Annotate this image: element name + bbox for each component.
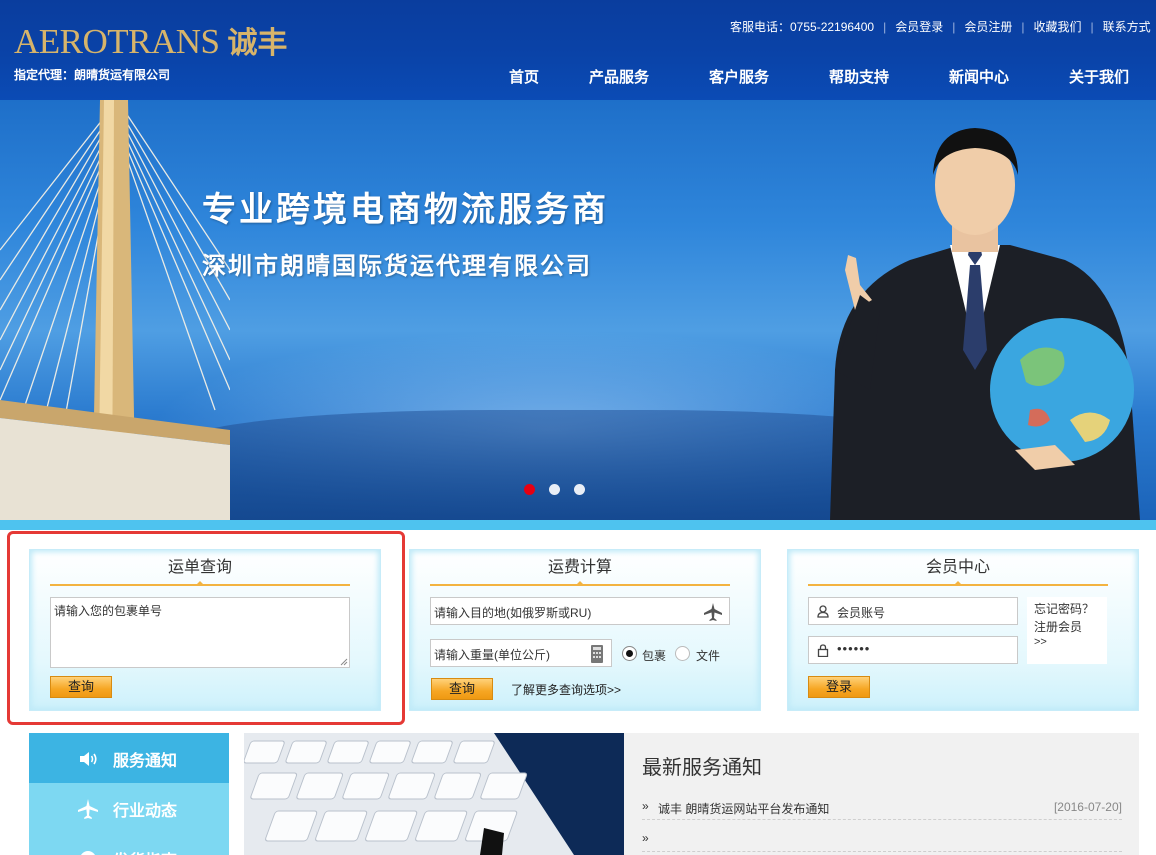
account-placeholder: 会员账号 bbox=[837, 606, 886, 620]
site-header: AEROTRANS 诚丰 指定代理：朗晴货运有限公司 客服电话：0755-2219… bbox=[0, 0, 1156, 100]
radio-selected-dot bbox=[626, 650, 633, 657]
nav-about[interactable]: 关于我们 bbox=[1069, 66, 1129, 87]
news-side-nav: 服务通知 行业动态 发货指南 bbox=[29, 733, 229, 855]
businessman-with-globe-image bbox=[830, 128, 1140, 520]
member-links-box: 忘记密码？ 注册会员 >> bbox=[1027, 597, 1107, 664]
contact-link[interactable]: 联系方式 bbox=[1103, 18, 1151, 35]
account-input[interactable]: 会员账号 bbox=[808, 597, 1018, 625]
carousel-dot-3[interactable] bbox=[574, 484, 585, 495]
forgot-password-link[interactable]: 忘记密码？ bbox=[1034, 600, 1094, 617]
destination-placeholder: 请输入目的地(如俄罗斯或RU) bbox=[434, 606, 592, 620]
title-triangle-icon bbox=[953, 581, 963, 586]
weight-placeholder: 请输入重量(单位公斤) bbox=[434, 648, 550, 662]
nav-news[interactable]: 新闻中心 bbox=[949, 66, 1009, 87]
freight-query-button[interactable]: 查询 bbox=[431, 678, 493, 700]
banner-slogan-company: 深圳市朗晴国际货运代理有限公司 bbox=[202, 252, 592, 280]
radio-parcel-label[interactable]: 包裹 bbox=[642, 647, 666, 664]
radio-parcel[interactable] bbox=[622, 646, 637, 661]
nav-home[interactable]: 首页 bbox=[509, 66, 539, 87]
freight-panel: 运费计算 请输入目的地(如俄罗斯或RU) 请输入重量(单位公斤) 包裹 文件 查… bbox=[409, 549, 761, 711]
password-input[interactable]: •••••• bbox=[808, 636, 1018, 664]
airplane-icon bbox=[704, 603, 722, 621]
speaker-icon bbox=[80, 752, 97, 766]
bridge-image bbox=[0, 100, 230, 520]
document-icon bbox=[81, 851, 95, 855]
freight-title-text: 运费计算 bbox=[547, 559, 612, 576]
more-options-link[interactable]: 了解更多查询选项>> bbox=[511, 681, 621, 698]
member-title-text: 会员中心 bbox=[925, 559, 990, 576]
nav-help[interactable]: 帮助支持 bbox=[829, 66, 889, 87]
sidenav-label: 服务通知 bbox=[113, 753, 178, 770]
banner-slogan-main: 专业跨境电商物流服务商 bbox=[202, 190, 609, 230]
title-triangle-icon bbox=[575, 581, 585, 586]
member-more-link[interactable]: >> bbox=[1034, 636, 1047, 648]
member-title: 会员中心 bbox=[808, 556, 1108, 586]
news-title: 最新服务通知 bbox=[642, 757, 762, 779]
news-item-title[interactable]: 诚丰 朗晴货运网站平台发布通知 bbox=[658, 800, 829, 817]
password-mask: •••••• bbox=[837, 641, 871, 656]
sidenav-item-industry-news[interactable]: 行业动态 bbox=[29, 783, 229, 833]
sidenav-label: 行业动态 bbox=[113, 803, 178, 820]
member-register-link[interactable]: 会员注册 bbox=[964, 18, 1012, 35]
carousel-dot-2[interactable] bbox=[549, 484, 560, 495]
user-icon bbox=[817, 605, 829, 618]
cyan-divider-band bbox=[0, 520, 1156, 530]
weight-input[interactable]: 请输入重量(单位公斤) bbox=[430, 639, 612, 667]
laptop-keyboard-image bbox=[244, 733, 624, 855]
news-item-date: [2016-07-20] bbox=[1053, 800, 1122, 814]
login-button[interactable]: 登录 bbox=[808, 676, 870, 698]
freight-title: 运费计算 bbox=[430, 556, 730, 586]
nav-customer-service[interactable]: 客户服务 bbox=[709, 66, 769, 87]
sidenav-item-shipping-guide[interactable]: 发货指南 bbox=[29, 833, 229, 855]
logo[interactable]: AEROTRANS 诚丰 bbox=[14, 18, 288, 62]
bookmark-link[interactable]: 收藏我们 bbox=[1034, 18, 1082, 35]
divider: | bbox=[952, 20, 956, 34]
member-panel: 会员中心 会员账号 •••••• 忘记密码？ 注册会员 >> 登录 bbox=[787, 549, 1139, 711]
news-panel: 最新服务通知 » 诚丰 朗晴货运网站平台发布通知 [2016-07-20] » bbox=[624, 733, 1139, 855]
nav-products[interactable]: 产品服务 bbox=[589, 66, 649, 87]
airplane-icon bbox=[78, 799, 98, 819]
carousel-dot-1[interactable] bbox=[524, 484, 535, 495]
list-item[interactable]: » bbox=[642, 826, 1122, 852]
hotline-text: 客服电话：0755-22196400 bbox=[730, 20, 875, 34]
active-pointer-icon bbox=[229, 750, 237, 766]
scale-icon bbox=[591, 645, 603, 663]
radio-document[interactable] bbox=[675, 646, 690, 661]
sidenav-item-service-notice[interactable]: 服务通知 bbox=[29, 733, 229, 783]
radio-document-label[interactable]: 文件 bbox=[696, 647, 720, 664]
hero-banner[interactable]: 专业跨境电商物流服务商 深圳市朗晴国际货运代理有限公司 bbox=[0, 100, 1156, 520]
divider: | bbox=[1021, 20, 1025, 34]
top-links: 客服电话：0755-22196400 | 会员登录 | 会员注册 | 收藏我们 | 联系方式 bbox=[730, 18, 1151, 35]
member-login-link[interactable]: 会员登录 bbox=[895, 18, 943, 35]
divider: | bbox=[883, 20, 887, 34]
sidenav-label: 发货指南 bbox=[113, 847, 177, 855]
bullet-icon: » bbox=[642, 799, 649, 813]
logo-english: AEROTRANS bbox=[14, 22, 220, 61]
register-member-link[interactable]: 注册会员 bbox=[1034, 618, 1082, 635]
bullet-icon: » bbox=[642, 831, 649, 845]
list-item[interactable]: » 诚丰 朗晴货运网站平台发布通知 [2016-07-20] bbox=[642, 794, 1122, 820]
agent-label: 指定代理：朗晴货运有限公司 bbox=[14, 68, 171, 82]
divider: | bbox=[1090, 20, 1094, 34]
destination-input[interactable]: 请输入目的地(如俄罗斯或RU) bbox=[430, 597, 730, 625]
logo-chinese: 诚丰 bbox=[227, 26, 288, 61]
lock-icon bbox=[817, 644, 829, 657]
highlight-box bbox=[7, 531, 405, 725]
